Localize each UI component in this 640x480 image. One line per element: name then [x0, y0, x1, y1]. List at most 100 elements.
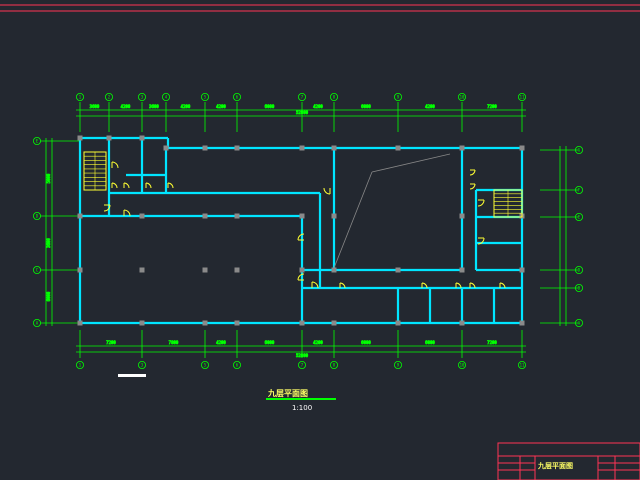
axis-right-B-label: B: [578, 285, 581, 290]
axis-bottom-10: 10: [457, 360, 466, 369]
axis-top-9: 9: [393, 93, 402, 102]
axis-bottom-6: 6: [232, 360, 241, 369]
structural-column: [106, 135, 112, 141]
door-swing: [167, 182, 174, 189]
structural-column: [395, 320, 401, 326]
structural-column: [459, 213, 465, 219]
axis-top-7: 7: [297, 93, 306, 102]
dim-text-top: 4200: [121, 104, 131, 109]
door-swing-arc: [469, 169, 476, 176]
axis-top-4-label: 4: [165, 94, 168, 99]
structural-column: [139, 135, 145, 141]
axis-top-10-label: 10: [460, 94, 465, 99]
dim-text-top: 4200: [216, 104, 226, 109]
axis-bottom-3-label: 3: [141, 362, 144, 367]
door-swing: [123, 182, 130, 189]
structural-column: [299, 145, 305, 151]
axis-left-E-label: E: [36, 138, 39, 143]
axis-top-10: 10: [457, 93, 466, 102]
axis-bottom-7-label: 7: [301, 362, 304, 367]
structural-column: [331, 145, 337, 151]
axis-bottom-9-label: 9: [397, 362, 400, 367]
structural-column: [395, 267, 401, 273]
dim-text-bottom: 4200: [216, 340, 226, 345]
structural-column: [234, 145, 240, 151]
dim-text-top: 6000: [265, 104, 275, 109]
structural-column: [519, 320, 525, 326]
axis-bottom-1: 1: [76, 360, 85, 369]
dim-text-top-overall: 52800: [296, 110, 309, 115]
dim-text-left: 3600: [46, 238, 51, 248]
door-swing-arc: [477, 199, 485, 207]
axis-bottom-3: 3: [137, 360, 146, 369]
drawing-frame: [0, 4, 640, 12]
door-swing: [111, 182, 118, 189]
axis-bottom-1-label: 1: [79, 362, 82, 367]
axis-bottom-6-label: 6: [236, 362, 239, 367]
structural-column: [234, 320, 240, 326]
structural-column: [299, 213, 305, 219]
courtyard-leader-line: [333, 171, 373, 269]
door-swing-arc: [145, 182, 152, 189]
structural-column: [202, 145, 208, 151]
axis-top-9-label: 9: [397, 94, 400, 99]
axis-top-6-label: 6: [236, 94, 239, 99]
structural-column: [77, 213, 83, 219]
dim-text-left: 6000: [46, 291, 51, 301]
axis-top-6: 6: [232, 93, 241, 102]
dim-text-top: 4200: [425, 104, 435, 109]
structural-column: [459, 145, 465, 151]
door-swing-arc: [323, 187, 331, 195]
dim-text-top: 4200: [181, 104, 191, 109]
axis-bottom-8: 8: [329, 360, 338, 369]
courtyard-leader-line-2: [371, 153, 451, 173]
structural-column: [202, 267, 208, 273]
axis-top-5: 5: [200, 93, 209, 102]
dim-text-bottom-overall: 52800: [296, 353, 309, 358]
stair-east: [493, 189, 523, 218]
structural-column: [331, 267, 337, 273]
dim-text-top: 3600: [149, 104, 159, 109]
axis-bottom-7: 7: [297, 360, 306, 369]
axis-top-8: 8: [329, 93, 338, 102]
structural-column: [202, 213, 208, 219]
axis-bubbles: 1 2 3 4 5 6 7 8 9 10 111 3 5 6 7 8 9 10 11EDCAGFEDBA: [33, 93, 584, 369]
dim-text-bottom: 7200: [487, 340, 497, 345]
dim-text-bottom: 6000: [425, 340, 435, 345]
door-swing: [469, 183, 476, 190]
axis-top-3: 3: [137, 93, 146, 102]
axis-top-3-label: 3: [141, 94, 144, 99]
floor-plan-canvas: 3600 4200 3600 4200 4200 6000 4200 6000 4200 7200…: [0, 4, 640, 480]
structural-column: [163, 145, 169, 151]
structural-column: [139, 267, 145, 273]
axis-top-1-label: 1: [79, 94, 82, 99]
structural-column: [139, 320, 145, 326]
door-swing-arc: [123, 182, 130, 189]
axis-top-2: 2: [105, 93, 114, 102]
axis-left-C-label: C: [36, 267, 39, 272]
axis-top-8-label: 8: [333, 94, 336, 99]
structural-column: [331, 213, 337, 219]
structural-column: [299, 320, 305, 326]
structural-column: [202, 320, 208, 326]
axis-left-A-label: A: [36, 320, 39, 325]
axis-top-2-label: 2: [108, 94, 111, 99]
door-swing-arc: [111, 182, 118, 189]
structural-column: [234, 213, 240, 219]
axis-bottom-5-label: 5: [204, 362, 207, 367]
structural-column: [139, 213, 145, 219]
drawing-scale: 1:100: [292, 404, 313, 412]
wall-layer: [78, 136, 524, 325]
dim-text-bottom: 6000: [265, 340, 275, 345]
dim-text-top: 6000: [361, 104, 371, 109]
dim-text-top: 3600: [90, 104, 100, 109]
dim-text-left: 5000: [46, 173, 51, 183]
axis-top-11-label: 11: [520, 94, 525, 99]
scale-bar: [118, 374, 146, 377]
axis-bottom-8-label: 8: [333, 362, 336, 367]
stair-west: [83, 151, 107, 191]
door-swing-arc: [111, 161, 119, 169]
axis-right-A-label: A: [578, 320, 581, 325]
dim-text-top: 7200: [487, 104, 497, 109]
dimension-chains: 3600 4200 3600 4200 4200 6000 4200 6000 4200 7200…: [40, 102, 578, 358]
